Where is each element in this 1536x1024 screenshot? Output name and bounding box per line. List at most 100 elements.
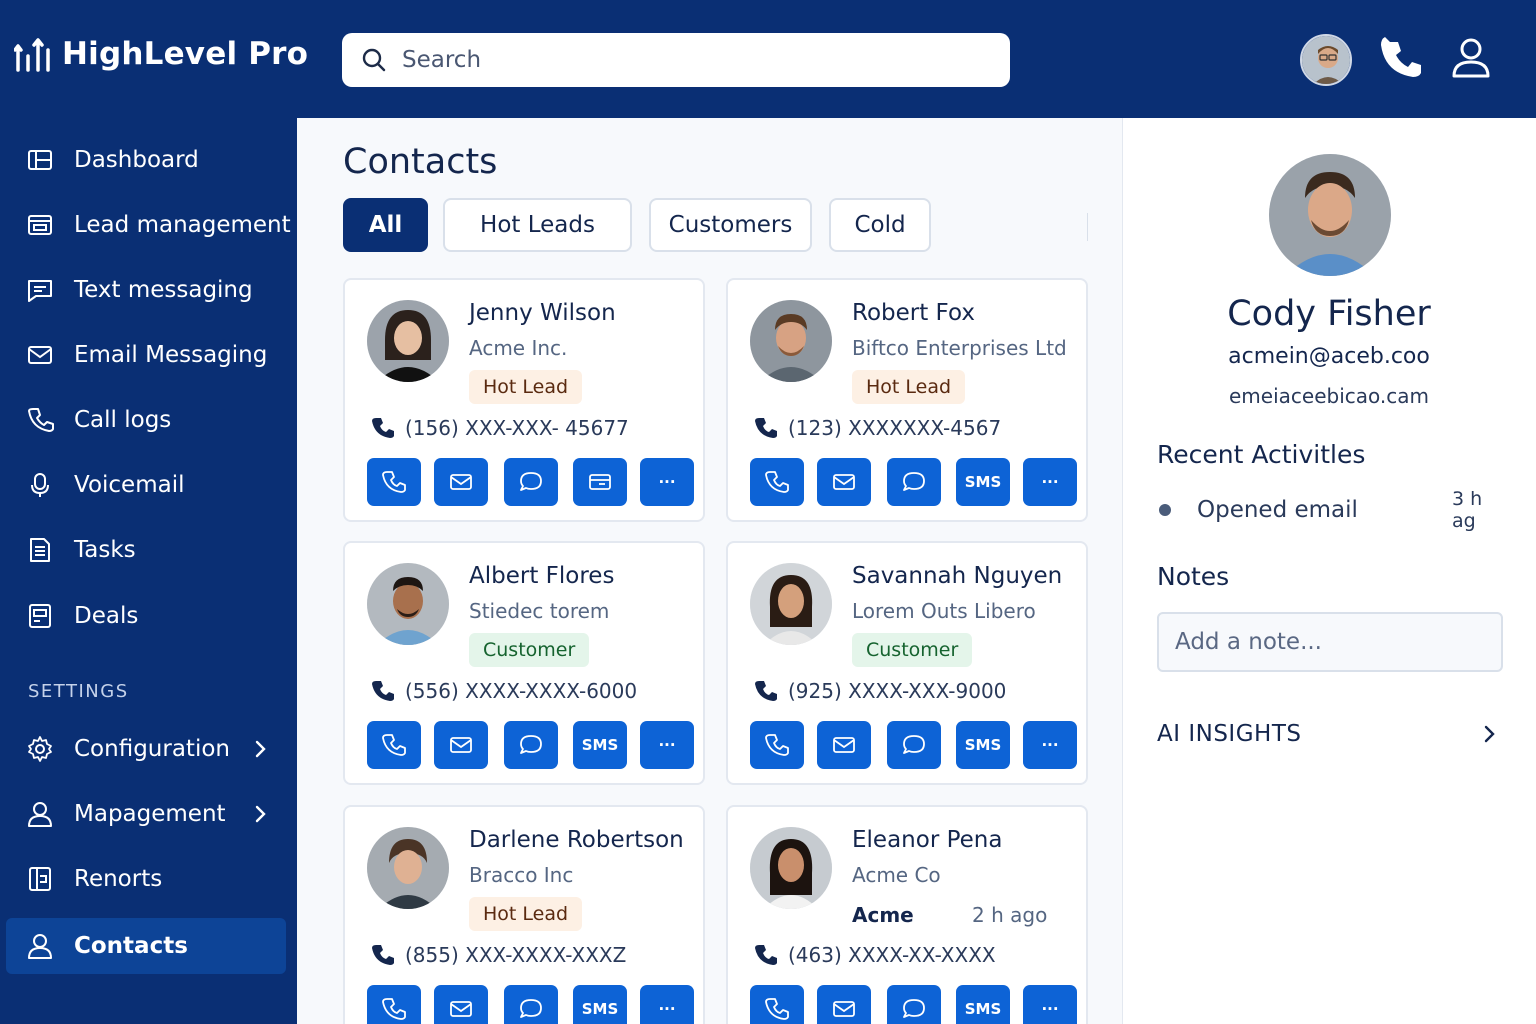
phone-icon[interactable] [1380, 36, 1424, 80]
sidebar-item-call-logs[interactable]: Call logs [0, 392, 297, 448]
note-input[interactable] [1157, 612, 1503, 672]
sidebar-item-label: Call logs [74, 407, 172, 433]
profile-email-secondary[interactable]: emeiaceebicao.cam [1123, 384, 1535, 408]
email-button[interactable] [434, 985, 488, 1024]
contact-name[interactable]: Jenny Wilson [469, 300, 616, 326]
phone-icon [755, 681, 777, 701]
chat-button[interactable] [887, 458, 941, 506]
sidebar-item-dashboard[interactable]: Dashboard [0, 132, 297, 188]
email-button[interactable] [817, 721, 871, 769]
chat-button[interactable] [887, 721, 941, 769]
tab-customers[interactable]: Customers [649, 198, 812, 252]
sidebar-item-configuration[interactable]: Configuration [0, 721, 297, 777]
sms-button[interactable]: SMS [956, 721, 1010, 769]
tasks-icon [30, 538, 50, 562]
tab-hot-leads[interactable]: Hot Leads [443, 198, 632, 252]
more-button[interactable]: ··· [1023, 985, 1077, 1024]
tab-cold[interactable]: Cold [829, 198, 931, 252]
chat-icon [520, 735, 542, 754]
sidebar-item-deals[interactable]: Deals [0, 588, 297, 644]
contact-name[interactable]: Darlene Robertson [469, 827, 684, 853]
contact-company: Lorem Outs Libero [852, 599, 1036, 623]
deals-icon [29, 604, 51, 628]
more-button[interactable]: ··· [640, 985, 694, 1024]
contact-card[interactable]: Robert Fox Biftco Enterprises Ltd Hot Le… [726, 278, 1088, 522]
contact-name[interactable]: Savannah Nguyen [852, 563, 1062, 589]
call-button[interactable] [367, 721, 421, 769]
sidebar-item-renorts[interactable]: Renorts [0, 851, 297, 907]
top-bar: HighLevel Pro [0, 0, 1536, 118]
more-button[interactable]: ··· [1023, 458, 1077, 506]
sms-button[interactable]: SMS [956, 458, 1010, 506]
email-button[interactable] [434, 721, 488, 769]
sidebar-item-label: Mapagement [74, 801, 226, 827]
sidebar-item-label: Deals [74, 603, 139, 629]
contact-card[interactable]: Eleanor Pena Acme Co Acme 2 h ago (463) … [726, 805, 1088, 1024]
contact-card[interactable]: Darlene Robertson Bracco Inc Hot Lead (8… [343, 805, 705, 1024]
chat-button[interactable] [504, 721, 558, 769]
sms-button[interactable]: SMS [573, 985, 627, 1024]
sidebar-item-label: Renorts [74, 866, 163, 892]
call-button[interactable] [750, 458, 804, 506]
chat-button[interactable] [887, 985, 941, 1024]
chat-icon [520, 472, 542, 491]
sidebar-item-email-messaging[interactable]: Email Messaging [0, 327, 297, 383]
profile-email[interactable]: acmein@aceb.coo [1123, 344, 1535, 369]
call-button[interactable] [750, 985, 804, 1024]
email-button[interactable] [817, 458, 871, 506]
user-avatar[interactable] [1300, 34, 1352, 86]
card-button[interactable] [573, 458, 627, 506]
call-button[interactable] [367, 458, 421, 506]
sidebar-item-text-messaging[interactable]: Text messaging [0, 262, 297, 318]
app-logo[interactable]: HighLevel Pro [14, 34, 308, 74]
profile-icon[interactable] [1448, 34, 1494, 80]
more-button[interactable]: ··· [640, 458, 694, 506]
sidebar-item-mapagement[interactable]: Mapagement [0, 786, 297, 842]
call-button[interactable] [750, 721, 804, 769]
contact-photo [367, 827, 449, 909]
chat-button[interactable] [504, 985, 558, 1024]
contact-company: Stiedec torem [469, 599, 610, 623]
contact-card[interactable]: Jenny Wilson Acme Inc. Hot Lead (156) XX… [343, 278, 705, 522]
sidebar-item-contacts[interactable]: Contacts [6, 918, 286, 974]
contact-company: Acme Co [852, 863, 941, 887]
contact-name[interactable]: Albert Flores [469, 563, 614, 589]
sidebar-item-voicemail[interactable]: Voicemail [0, 457, 297, 513]
email-button[interactable] [817, 985, 871, 1024]
search-input[interactable] [402, 47, 962, 73]
sidebar-item-lead-management[interactable]: Lead management [0, 197, 297, 253]
phone-icon [765, 471, 789, 493]
mail-icon [450, 1001, 472, 1017]
sidebar-item-tasks[interactable]: Tasks [0, 522, 297, 578]
mail-icon [450, 474, 472, 490]
chat-button[interactable] [504, 458, 558, 506]
gear-icon [28, 736, 52, 762]
phone-icon [755, 945, 777, 965]
status-badge: Hot Lead [469, 370, 583, 404]
more-button[interactable]: ··· [640, 721, 694, 769]
sms-button[interactable]: SMS [956, 985, 1010, 1024]
contact-card[interactable]: Savannah Nguyen Lorem Outs Libero Custom… [726, 541, 1088, 785]
contact-detail-panel: Cody Fisher acmein@aceb.coo emeiaceebica… [1122, 118, 1536, 1024]
contact-photo [750, 827, 832, 909]
mail-icon [833, 474, 855, 490]
user-icon [28, 802, 52, 827]
email-button[interactable] [434, 458, 488, 506]
contact-card[interactable]: Albert Flores Stiedec torem Customer (55… [343, 541, 705, 785]
sidebar-item-label: Contacts [74, 933, 188, 959]
chat-icon [903, 472, 925, 491]
more-button[interactable]: ··· [1023, 721, 1077, 769]
phone-icon [372, 681, 394, 701]
contact-name[interactable]: Robert Fox [852, 300, 975, 326]
search-bar[interactable] [342, 33, 1010, 87]
call-button[interactable] [367, 985, 421, 1024]
contact-company: Acme Inc. [469, 336, 568, 360]
profile-name: Cody Fisher [1227, 294, 1431, 334]
tab-divider [1087, 213, 1088, 241]
sms-button[interactable]: SMS [573, 721, 627, 769]
tab-all[interactable]: All [343, 198, 428, 252]
contact-name[interactable]: Eleanor Pena [852, 827, 1002, 853]
contacts-main: Contacts All Hot Leads Customers Cold Je… [297, 118, 1122, 1024]
ai-insights-row[interactable]: AI INSIGHTS [1157, 716, 1503, 752]
chat-icon [903, 999, 925, 1018]
